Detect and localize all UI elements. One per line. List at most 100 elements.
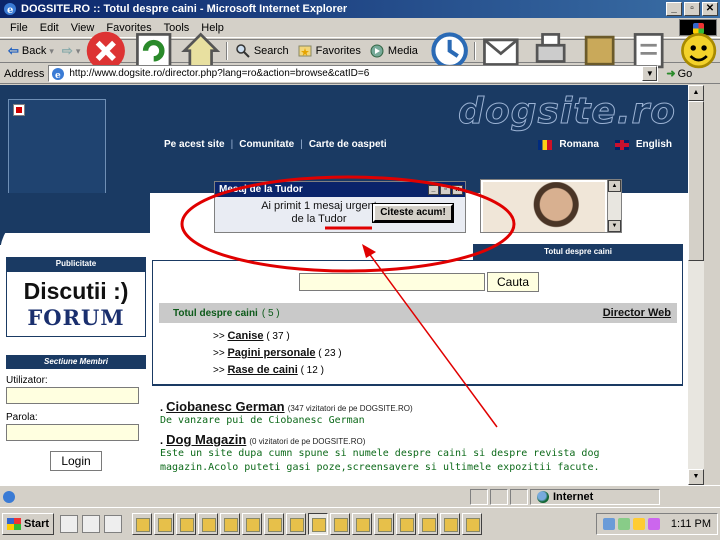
popup-titlebar: Mesaj de la Tudor _ ▫ x bbox=[215, 182, 465, 197]
username-label: Utilizator: bbox=[6, 375, 48, 386]
search-input[interactable] bbox=[299, 273, 485, 291]
forward-button[interactable]: ⇨ ▾ bbox=[58, 40, 84, 62]
search-button[interactable]: Search bbox=[231, 40, 293, 62]
status-cell bbox=[490, 488, 508, 505]
nav-divider: | bbox=[300, 139, 303, 150]
go-button[interactable]: ➜ Go bbox=[666, 67, 692, 81]
windows-logo-icon bbox=[7, 518, 21, 530]
list-item: . Dog Magazin (0 vizitatori de pe DOGSIT… bbox=[160, 432, 680, 475]
popup-maximize-button[interactable]: ▫ bbox=[440, 184, 451, 195]
dropdown-arrow-icon[interactable]: ▾ bbox=[49, 46, 54, 57]
read-now-button[interactable]: Citeste acum! bbox=[372, 203, 454, 223]
tray-messenger-icon[interactable] bbox=[632, 518, 645, 530]
svg-text:e: e bbox=[55, 71, 61, 81]
dropdown-arrow-icon[interactable]: ▾ bbox=[76, 46, 81, 57]
taskbar-button[interactable] bbox=[440, 513, 461, 535]
taskbar: Start 1:11 PM bbox=[0, 507, 720, 540]
popup-title: Mesaj de la Tudor bbox=[219, 184, 303, 195]
status-page-icon bbox=[3, 490, 15, 503]
page-icon: e bbox=[52, 67, 65, 81]
page-scrollbar[interactable]: ▲ ▼ bbox=[688, 85, 704, 485]
subcategory-link[interactable]: Rase de caini bbox=[227, 364, 297, 376]
popup-message: Ai primit 1 mesaj urgent de la Tudor bbox=[261, 200, 377, 225]
taskbar-button[interactable] bbox=[154, 513, 175, 535]
lang-english[interactable]: English bbox=[636, 139, 672, 150]
taskbar-button[interactable] bbox=[374, 513, 395, 535]
taskbar-button[interactable] bbox=[264, 513, 285, 535]
taskbar-button[interactable] bbox=[220, 513, 241, 535]
taskbar-button[interactable] bbox=[132, 513, 153, 535]
list-bullet: >> bbox=[213, 365, 225, 376]
password-input[interactable] bbox=[6, 424, 139, 441]
minimize-button[interactable]: _ bbox=[666, 2, 682, 16]
standard-toolbar: ⇦ Back ▾ ⇨ ▾ Search Favorites Media bbox=[0, 31, 720, 71]
lang-romana[interactable]: Romana bbox=[559, 139, 598, 150]
list-item: >> Rase de caini ( 12 ) bbox=[213, 362, 342, 379]
photo-ad[interactable]: ▲ ▼ bbox=[480, 179, 622, 233]
listing-title[interactable]: Dog Magazin bbox=[166, 432, 246, 447]
password-label: Parola: bbox=[6, 412, 38, 423]
title-bar: e DOGSITE.RO :: Totul despre caini - Mic… bbox=[0, 0, 720, 18]
taskbar-button[interactable] bbox=[286, 513, 307, 535]
taskbar-button[interactable] bbox=[396, 513, 417, 535]
list-item: . Ciobanesc German (347 vizitatori de pe… bbox=[160, 399, 680, 428]
portrait-image bbox=[483, 182, 605, 232]
tray-app-icon[interactable] bbox=[647, 518, 660, 530]
scroll-down-icon[interactable]: ▼ bbox=[608, 220, 621, 232]
taskbar-button[interactable] bbox=[176, 513, 197, 535]
ie-icon[interactable] bbox=[82, 515, 101, 533]
scroll-up-icon[interactable]: ▲ bbox=[688, 85, 704, 101]
close-button[interactable]: ✕ bbox=[702, 2, 718, 16]
start-button[interactable]: Start bbox=[2, 513, 55, 535]
address-field[interactable]: e http://www.dogsite.ro/director.php?lan… bbox=[48, 65, 659, 82]
taskbar-button[interactable] bbox=[242, 513, 263, 535]
username-input[interactable] bbox=[6, 387, 139, 404]
favorites-button[interactable]: Favorites bbox=[293, 40, 365, 62]
menu-file[interactable]: File bbox=[4, 22, 34, 34]
back-arrow-icon: ⇦ bbox=[8, 43, 19, 58]
director-web-link[interactable]: Director Web bbox=[603, 307, 671, 319]
back-button[interactable]: ⇦ Back ▾ bbox=[4, 40, 58, 62]
members-section: Sectiune Membri Utilizator: Parola: Logi… bbox=[6, 355, 146, 475]
go-arrow-icon: ➜ bbox=[666, 68, 676, 80]
site-brand: dogsite.ro bbox=[458, 91, 676, 133]
nav-guestbook[interactable]: Carte de oaspeti bbox=[309, 139, 387, 150]
popup-minimize-button[interactable]: _ bbox=[428, 184, 439, 195]
nav-about[interactable]: Pe acest site bbox=[164, 139, 225, 150]
address-dropdown-icon[interactable]: ▼ bbox=[642, 66, 658, 81]
login-button[interactable]: Login bbox=[50, 451, 102, 471]
scroll-down-icon[interactable]: ▼ bbox=[688, 469, 704, 485]
section-divider bbox=[152, 385, 683, 386]
subcategory-link[interactable]: Pagini personale bbox=[227, 347, 315, 359]
listing-title[interactable]: Ciobanesc German bbox=[166, 399, 285, 414]
nav-community[interactable]: Comunitate bbox=[239, 139, 294, 150]
taskbar-button[interactable] bbox=[330, 513, 351, 535]
taskbar-button[interactable] bbox=[418, 513, 439, 535]
scroll-thumb[interactable] bbox=[688, 101, 704, 261]
popup-close-button[interactable]: x bbox=[452, 184, 463, 195]
taskbar-button-active[interactable] bbox=[308, 513, 329, 535]
media-icon bbox=[370, 44, 384, 58]
outlook-icon[interactable] bbox=[104, 515, 123, 533]
tray-volume-icon[interactable] bbox=[617, 518, 630, 530]
taskbar-button[interactable] bbox=[462, 513, 483, 535]
search-submit-button[interactable]: Cauta bbox=[487, 272, 539, 292]
subcategory-link[interactable]: Canise bbox=[227, 330, 263, 342]
taskbar-button[interactable] bbox=[352, 513, 373, 535]
search-icon bbox=[236, 44, 250, 58]
status-cell bbox=[510, 488, 528, 505]
scroll-up-icon[interactable]: ▲ bbox=[608, 180, 621, 192]
menu-edit[interactable]: Edit bbox=[34, 22, 65, 34]
login-form: Utilizator: Parola: Login bbox=[6, 369, 146, 475]
media-button[interactable]: Media bbox=[365, 40, 422, 62]
search-label: Search bbox=[253, 45, 289, 57]
maximize-button[interactable]: ▫ bbox=[684, 2, 700, 16]
quick-launch bbox=[60, 515, 123, 533]
forum-banner[interactable]: Discutii :) FORUM bbox=[6, 271, 146, 337]
status-cell bbox=[470, 488, 488, 505]
tray-network-icon[interactable] bbox=[602, 518, 615, 530]
show-desktop-icon[interactable] bbox=[60, 515, 79, 533]
ad-scrollbar[interactable]: ▲ ▼ bbox=[607, 180, 621, 232]
romania-flag-icon bbox=[538, 139, 553, 150]
taskbar-button[interactable] bbox=[198, 513, 219, 535]
